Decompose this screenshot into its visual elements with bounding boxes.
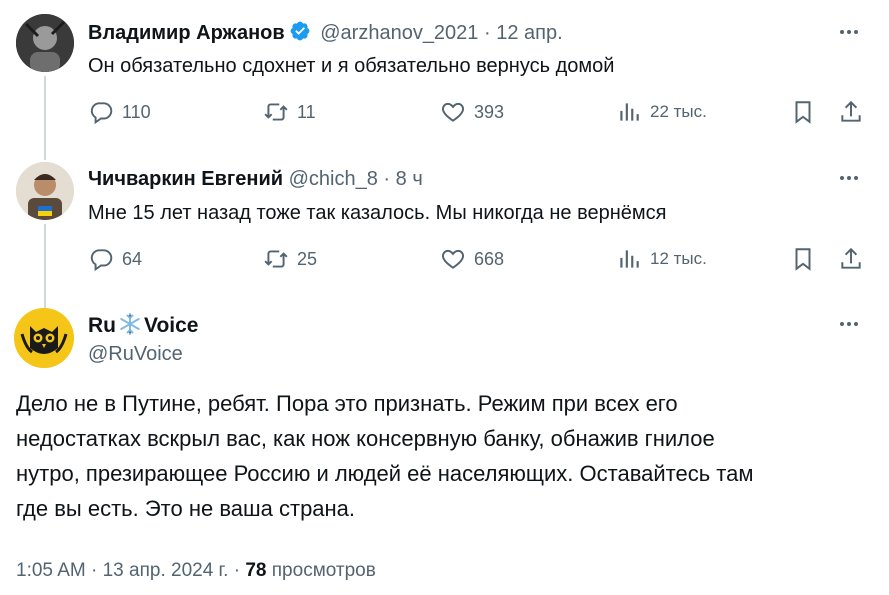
author-name[interactable]: Владимир Аржанов — [88, 22, 285, 44]
bookmark-button[interactable] — [790, 245, 816, 273]
avatar[interactable] — [16, 162, 74, 220]
author-handle[interactable]: @arzhanov_2021 — [320, 22, 478, 44]
avatar-photo-icon — [16, 162, 74, 220]
bookmark-icon — [795, 248, 811, 271]
tweet-meta: 1:05 AM · 13 апр. 2024 г. · 78 просмотро… — [16, 560, 376, 582]
views-count: 22 тыс. — [650, 102, 707, 121]
retweet-icon — [264, 250, 288, 268]
avatar[interactable] — [14, 308, 74, 368]
share-icon — [841, 100, 861, 122]
views-count: 78 — [245, 560, 267, 581]
heart-icon — [442, 249, 464, 269]
like-button[interactable]: 393 — [440, 98, 504, 126]
tweet-1[interactable]: Владимир Аржанов @arzhanov_2021 · 12 апр… — [0, 0, 889, 158]
avatar-photo-icon — [16, 14, 74, 72]
tweet-header: Чичваркин Евгений @chich_8 · 8 ч — [88, 167, 423, 191]
owl-logo-icon — [14, 308, 74, 368]
tweet-actions: 64 25 668 12 тыс. — [88, 245, 868, 273]
tweet-2[interactable]: Чичваркин Евгений @chich_8 · 8 ч Мне 15 … — [0, 150, 889, 306]
share-button[interactable] — [838, 98, 864, 126]
more-dots-icon[interactable] — [837, 312, 861, 336]
thread-line-top — [44, 150, 46, 160]
author-handle[interactable]: @chich_8 — [289, 168, 378, 190]
reply-count: 64 — [122, 248, 143, 269]
share-button[interactable] — [838, 245, 864, 273]
more-dots-icon[interactable] — [837, 20, 861, 44]
views-label: просмотров — [271, 560, 376, 581]
reply-button[interactable]: 110 — [88, 98, 151, 126]
retweet-button[interactable]: 25 — [263, 245, 317, 273]
name-prefix: Ru — [88, 314, 116, 337]
views-bar-icon — [620, 250, 639, 268]
views-button[interactable]: 22 тыс. — [616, 98, 707, 126]
text-line: недостатках вскрыл вас, как нож консервн… — [16, 426, 715, 451]
tweet-date[interactable]: 13 апр. 2024 г. — [103, 560, 229, 581]
name-suffix: Voice — [144, 314, 199, 337]
more-dots-icon[interactable] — [837, 166, 861, 190]
views-count: 12 тыс. — [650, 249, 707, 268]
tweet-text: Он обязательно сдохнет и я обязательно в… — [88, 55, 615, 77]
views-button[interactable]: 12 тыс. — [616, 245, 707, 273]
avatar[interactable] — [16, 14, 74, 72]
verified-badge-icon — [289, 20, 311, 48]
heart-icon — [442, 102, 464, 122]
retweet-button[interactable]: 11 — [263, 98, 316, 126]
snowflake-icon — [118, 312, 142, 342]
separator: · — [484, 22, 491, 44]
bookmark-icon — [795, 101, 811, 124]
reply-icon — [90, 249, 113, 272]
reply-count: 110 — [122, 101, 151, 122]
thread-line-top — [44, 300, 46, 308]
tweet-time[interactable]: 12 апр. — [496, 22, 562, 44]
reply-button[interactable]: 64 — [88, 245, 142, 273]
author-handle[interactable]: @RuVoice — [88, 342, 183, 366]
retweet-count: 25 — [297, 248, 318, 269]
separator: · — [91, 560, 98, 581]
like-count: 393 — [474, 101, 505, 122]
tweet-time[interactable]: 1:05 AM — [16, 560, 86, 581]
main-tweet-text: Дело не в Путине, ребят. Пора это призна… — [16, 386, 876, 526]
like-count: 668 — [474, 248, 505, 269]
thread-line — [44, 76, 46, 158]
author-name[interactable]: Чичваркин Евгений — [88, 168, 283, 190]
bookmark-button[interactable] — [790, 98, 816, 126]
thread-line — [44, 224, 46, 306]
like-button[interactable]: 668 — [440, 245, 504, 273]
retweet-icon — [264, 103, 288, 121]
views-bar-icon — [620, 103, 639, 121]
share-icon — [841, 247, 861, 269]
reply-icon — [90, 102, 113, 125]
text-line: нутро, презирающее Россию и людей её нас… — [16, 461, 754, 486]
separator: · — [383, 168, 391, 190]
author-name[interactable]: Ru Voice — [88, 312, 198, 342]
tweet-actions: 110 11 393 22 тыс. — [88, 98, 868, 126]
tweet-time[interactable]: 8 ч — [396, 168, 423, 190]
text-line: где вы есть. Это не ваша страна. — [16, 496, 356, 521]
tweet-text: Мне 15 лет назад тоже так казалось. Мы н… — [88, 202, 667, 224]
retweet-count: 11 — [297, 101, 316, 122]
separator: · — [233, 560, 241, 581]
tweet-header: Владимир Аржанов @arzhanov_2021 · 12 апр… — [88, 20, 563, 48]
text-line: Дело не в Путине, ребят. Пора это призна… — [16, 391, 678, 416]
